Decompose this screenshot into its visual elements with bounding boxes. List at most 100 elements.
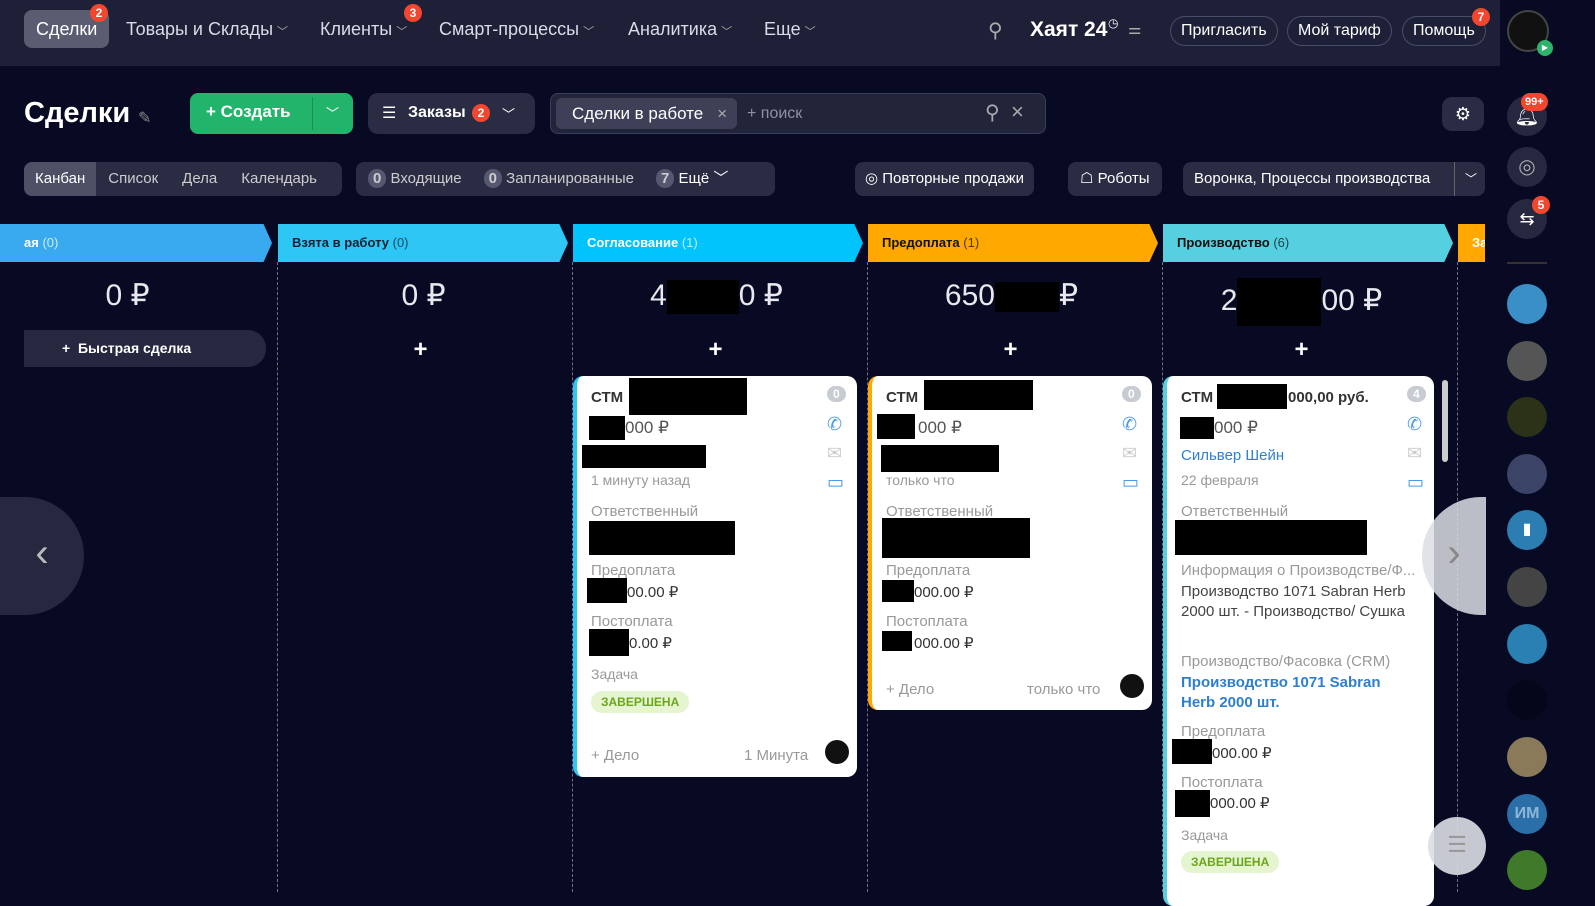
deal-card[interactable]: СТМ 0 000 ₽ только что ✆ ✉ ▭ Ответственн… — [868, 376, 1152, 710]
phone-icon[interactable] — [1507, 850, 1547, 890]
field-value: 000.00 ₽ — [1210, 795, 1270, 812]
card-title[interactable]: СТМ — [1181, 389, 1213, 406]
category-label: Заказы — [408, 104, 466, 121]
nav-label: Еще — [764, 19, 801, 39]
card-title-suffix: 000,00 руб. — [1288, 389, 1369, 406]
phone-icon[interactable]: ✆ — [1122, 414, 1137, 435]
play-icon[interactable]: ▶ — [1537, 40, 1553, 56]
nav-label: Смарт-процессы — [439, 19, 580, 39]
contact-avatar[interactable] — [1507, 397, 1547, 437]
menu-icon[interactable]: ☰ — [1428, 817, 1486, 875]
column-header[interactable]: Согласование (1) — [573, 224, 863, 262]
nav-clients-badge: 3 — [404, 4, 422, 22]
mail-icon[interactable]: ✉ — [827, 443, 842, 464]
bookmark-icon[interactable]: ▮ — [1507, 510, 1547, 550]
view-kanban[interactable]: Канбан — [24, 162, 97, 196]
gear-icon[interactable]: ⚙ — [1442, 97, 1484, 131]
page-title: Сделки — [24, 97, 131, 129]
nav-deals-badge: 2 — [90, 4, 108, 22]
chevron-down-icon[interactable]: ﹀ — [326, 103, 339, 122]
mail-icon[interactable]: ✉ — [1407, 443, 1422, 464]
nav-label: Товары и Склады — [126, 19, 274, 39]
scroll-left-button[interactable]: ‹ — [0, 497, 84, 615]
repeat-sales-button[interactable]: ◎ Повторные продажи — [855, 162, 1034, 196]
nav-smart-processes[interactable]: Смарт-процессы ﹀ — [427, 10, 606, 48]
avatar[interactable] — [825, 740, 849, 764]
create-label: + Создать — [206, 102, 291, 121]
category-selector[interactable]: ☰ Заказы 2 ﹀ — [368, 93, 535, 134]
nav-more[interactable]: Еще ﹀ — [752, 10, 828, 48]
contact-avatar[interactable]: ИМ — [1507, 794, 1547, 834]
column-header[interactable]: За — [1458, 224, 1487, 262]
chat-icon[interactable]: ▭ — [1122, 472, 1139, 493]
add-deal-button[interactable]: + — [572, 336, 859, 364]
chat-icon[interactable]: ▭ — [827, 472, 844, 493]
mail-icon[interactable]: ✉ — [1122, 443, 1137, 464]
contact-avatar[interactable] — [1507, 624, 1547, 664]
scrollbar[interactable] — [1442, 380, 1448, 462]
nav-label: Аналитика — [628, 19, 718, 39]
pin-icon[interactable]: ✎ — [138, 108, 151, 128]
activity-counter: 0 — [1122, 386, 1141, 402]
nav-clients[interactable]: Клиенты ﹀ — [308, 10, 419, 48]
contact-avatar[interactable] — [1507, 567, 1547, 607]
quick-deal-button[interactable]: + Быстрая сделка — [24, 330, 266, 367]
chat-badge: 5 — [1532, 196, 1550, 214]
pipeline-selector[interactable]: Воронка, Процессы производства ﹀ — [1183, 162, 1485, 196]
column-header[interactable]: Взята в работу (0) — [278, 224, 568, 262]
column-header[interactable]: Производство (6) — [1163, 224, 1453, 262]
add-activity-button[interactable]: + Дело — [591, 747, 639, 764]
deal-sum: 000 ₽ — [625, 418, 669, 437]
contact-avatar[interactable] — [1507, 284, 1547, 324]
contact-avatar[interactable] — [1507, 454, 1547, 494]
add-deal-button[interactable]: + — [277, 336, 564, 364]
column-header[interactable]: Предоплата (1) — [868, 224, 1158, 262]
deal-card[interactable]: СТМ 0 000 ₽ 1 минуту назад ✆ ✉ ▭ Ответст… — [573, 376, 857, 777]
chevron-down-icon: ﹀ — [277, 26, 289, 38]
search-icon[interactable]: ⚲ — [985, 100, 1000, 125]
contact-link[interactable]: Сильвер Шейн — [1181, 447, 1284, 464]
contact-avatar[interactable] — [1507, 341, 1547, 381]
tariff-button[interactable]: Мой тариф — [1287, 16, 1392, 46]
repeat-sales-icon[interactable]: ◎ — [1507, 147, 1547, 187]
category-badge: 2 — [472, 104, 490, 122]
settings-sliders-icon[interactable]: ⚌ — [1128, 20, 1141, 38]
create-button[interactable]: + Создать ﹀ — [190, 93, 353, 134]
nav-label: Клиенты — [320, 19, 393, 39]
avatar[interactable] — [1120, 674, 1144, 698]
add-deal-button[interactable]: + — [867, 336, 1154, 364]
counter-more[interactable]: 7 Ещё ﹀ — [655, 162, 728, 196]
field-label: Задача — [591, 666, 638, 682]
close-icon[interactable]: × — [717, 98, 727, 129]
invite-button[interactable]: Пригласить — [1170, 16, 1278, 46]
nav-analytics[interactable]: Аналитика ﹀ — [616, 10, 744, 48]
filter-search[interactable]: Сделки в работе × + поиск ⚲ × — [550, 93, 1046, 134]
card-title[interactable]: СТМ — [886, 389, 918, 406]
contact-avatar[interactable] — [1507, 680, 1547, 720]
field-label: Предоплата — [886, 562, 971, 579]
add-activity-button[interactable]: + Дело — [886, 681, 934, 698]
filter-chip[interactable]: Сделки в работе × — [556, 98, 738, 129]
contact-avatar[interactable] — [1507, 737, 1547, 777]
search-input[interactable]: + поиск — [747, 105, 802, 123]
view-list[interactable]: Список — [96, 162, 170, 196]
counter-planned[interactable]: 0 Запланированные — [483, 162, 634, 196]
field-value: Производство 1071 Sabran Herb 2000 шт. -… — [1181, 583, 1406, 620]
column-header[interactable]: ая (0) — [0, 224, 272, 262]
clear-icon[interactable]: × — [1011, 99, 1024, 125]
search-icon[interactable]: ⚲ — [988, 18, 1003, 43]
nav-products[interactable]: Товары и Склады ﹀ — [114, 10, 300, 48]
view-activities[interactable]: Дела — [170, 162, 229, 196]
add-deal-button[interactable]: + — [1158, 336, 1445, 364]
deal-time: только что — [886, 472, 955, 488]
production-link[interactable]: Производство 1071 Sabran Herb 2000 шт. — [1181, 673, 1381, 713]
deal-card[interactable]: СТМ 000,00 руб. 4 000 ₽ Сильвер Шейн 22 … — [1163, 376, 1434, 906]
chat-icon[interactable]: ▭ — [1407, 472, 1424, 493]
counters-bar: 0 Входящие 0 Запланированные 7 Ещё ﹀ — [356, 162, 775, 196]
phone-icon[interactable]: ✆ — [1407, 414, 1422, 435]
counter-incoming[interactable]: 0 Входящие — [368, 162, 462, 196]
card-title[interactable]: СТМ — [591, 389, 623, 406]
phone-icon[interactable]: ✆ — [827, 414, 842, 435]
robots-button[interactable]: ☖ Роботы — [1068, 162, 1162, 196]
view-calendar[interactable]: Календарь — [229, 162, 329, 196]
